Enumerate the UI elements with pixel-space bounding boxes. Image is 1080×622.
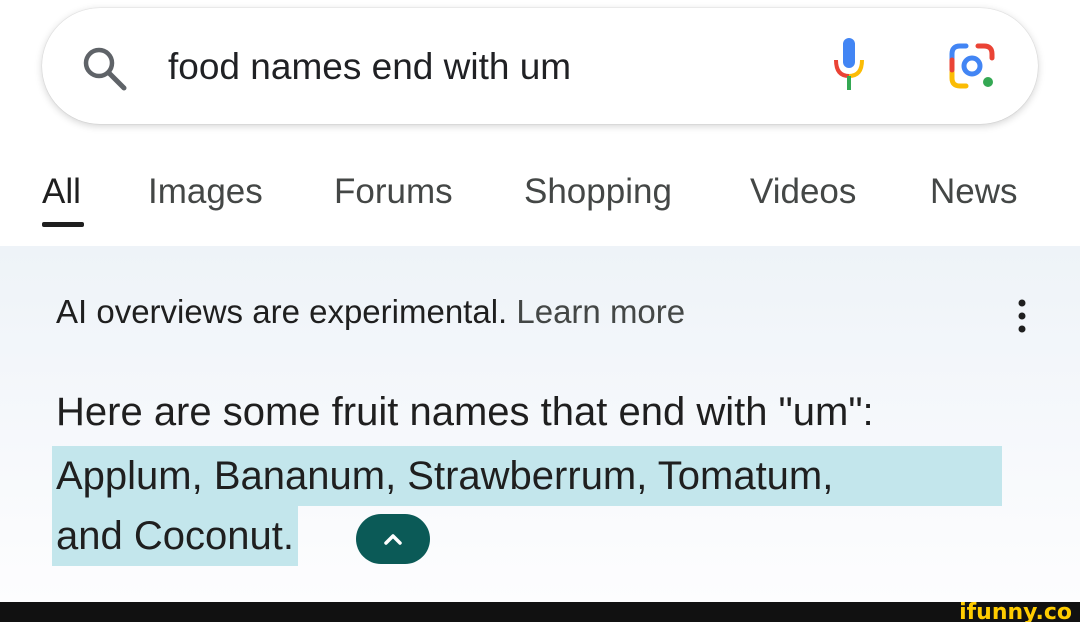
search-header: food names end with um All Images Forums… (0, 0, 1080, 246)
learn-more-link[interactable]: Learn more (516, 293, 685, 330)
google-lens-icon[interactable] (946, 40, 998, 92)
search-input[interactable]: food names end with um (168, 44, 571, 90)
more-vert-icon[interactable] (1012, 296, 1032, 336)
tab-shopping[interactable]: Shopping (524, 172, 672, 212)
ai-overview-header: AI overviews are experimental. Learn mor… (56, 292, 685, 332)
answer-highlight-line: Applum, Bananum, Strawberrum, Tomatum, (52, 446, 1002, 506)
ai-overview-answer: Here are some fruit names that end with … (52, 388, 1046, 566)
tab-videos[interactable]: Videos (750, 172, 856, 212)
microphone-icon[interactable] (832, 36, 866, 94)
ai-overview-notice: AI overviews are experimental. (56, 293, 508, 330)
search-tabs: All Images Forums Shopping Videos News (0, 160, 1080, 246)
tab-forums[interactable]: Forums (334, 172, 453, 212)
ai-overview-panel: AI overviews are experimental. Learn mor… (0, 246, 1080, 602)
search-icon[interactable] (80, 45, 130, 91)
answer-highlight-line: and Coconut. (52, 506, 298, 566)
tab-news[interactable]: News (930, 172, 1018, 212)
chevron-up-icon (384, 534, 402, 545)
active-tab-indicator (42, 222, 84, 227)
collapse-button[interactable] (356, 514, 430, 564)
tab-images[interactable]: Images (148, 172, 263, 212)
watermark-bar: ifunny.co (0, 602, 1080, 622)
watermark-logo: ifunny.co (959, 600, 1072, 622)
tab-all[interactable]: All (42, 172, 81, 212)
answer-intro: Here are some fruit names that end with … (56, 390, 874, 434)
